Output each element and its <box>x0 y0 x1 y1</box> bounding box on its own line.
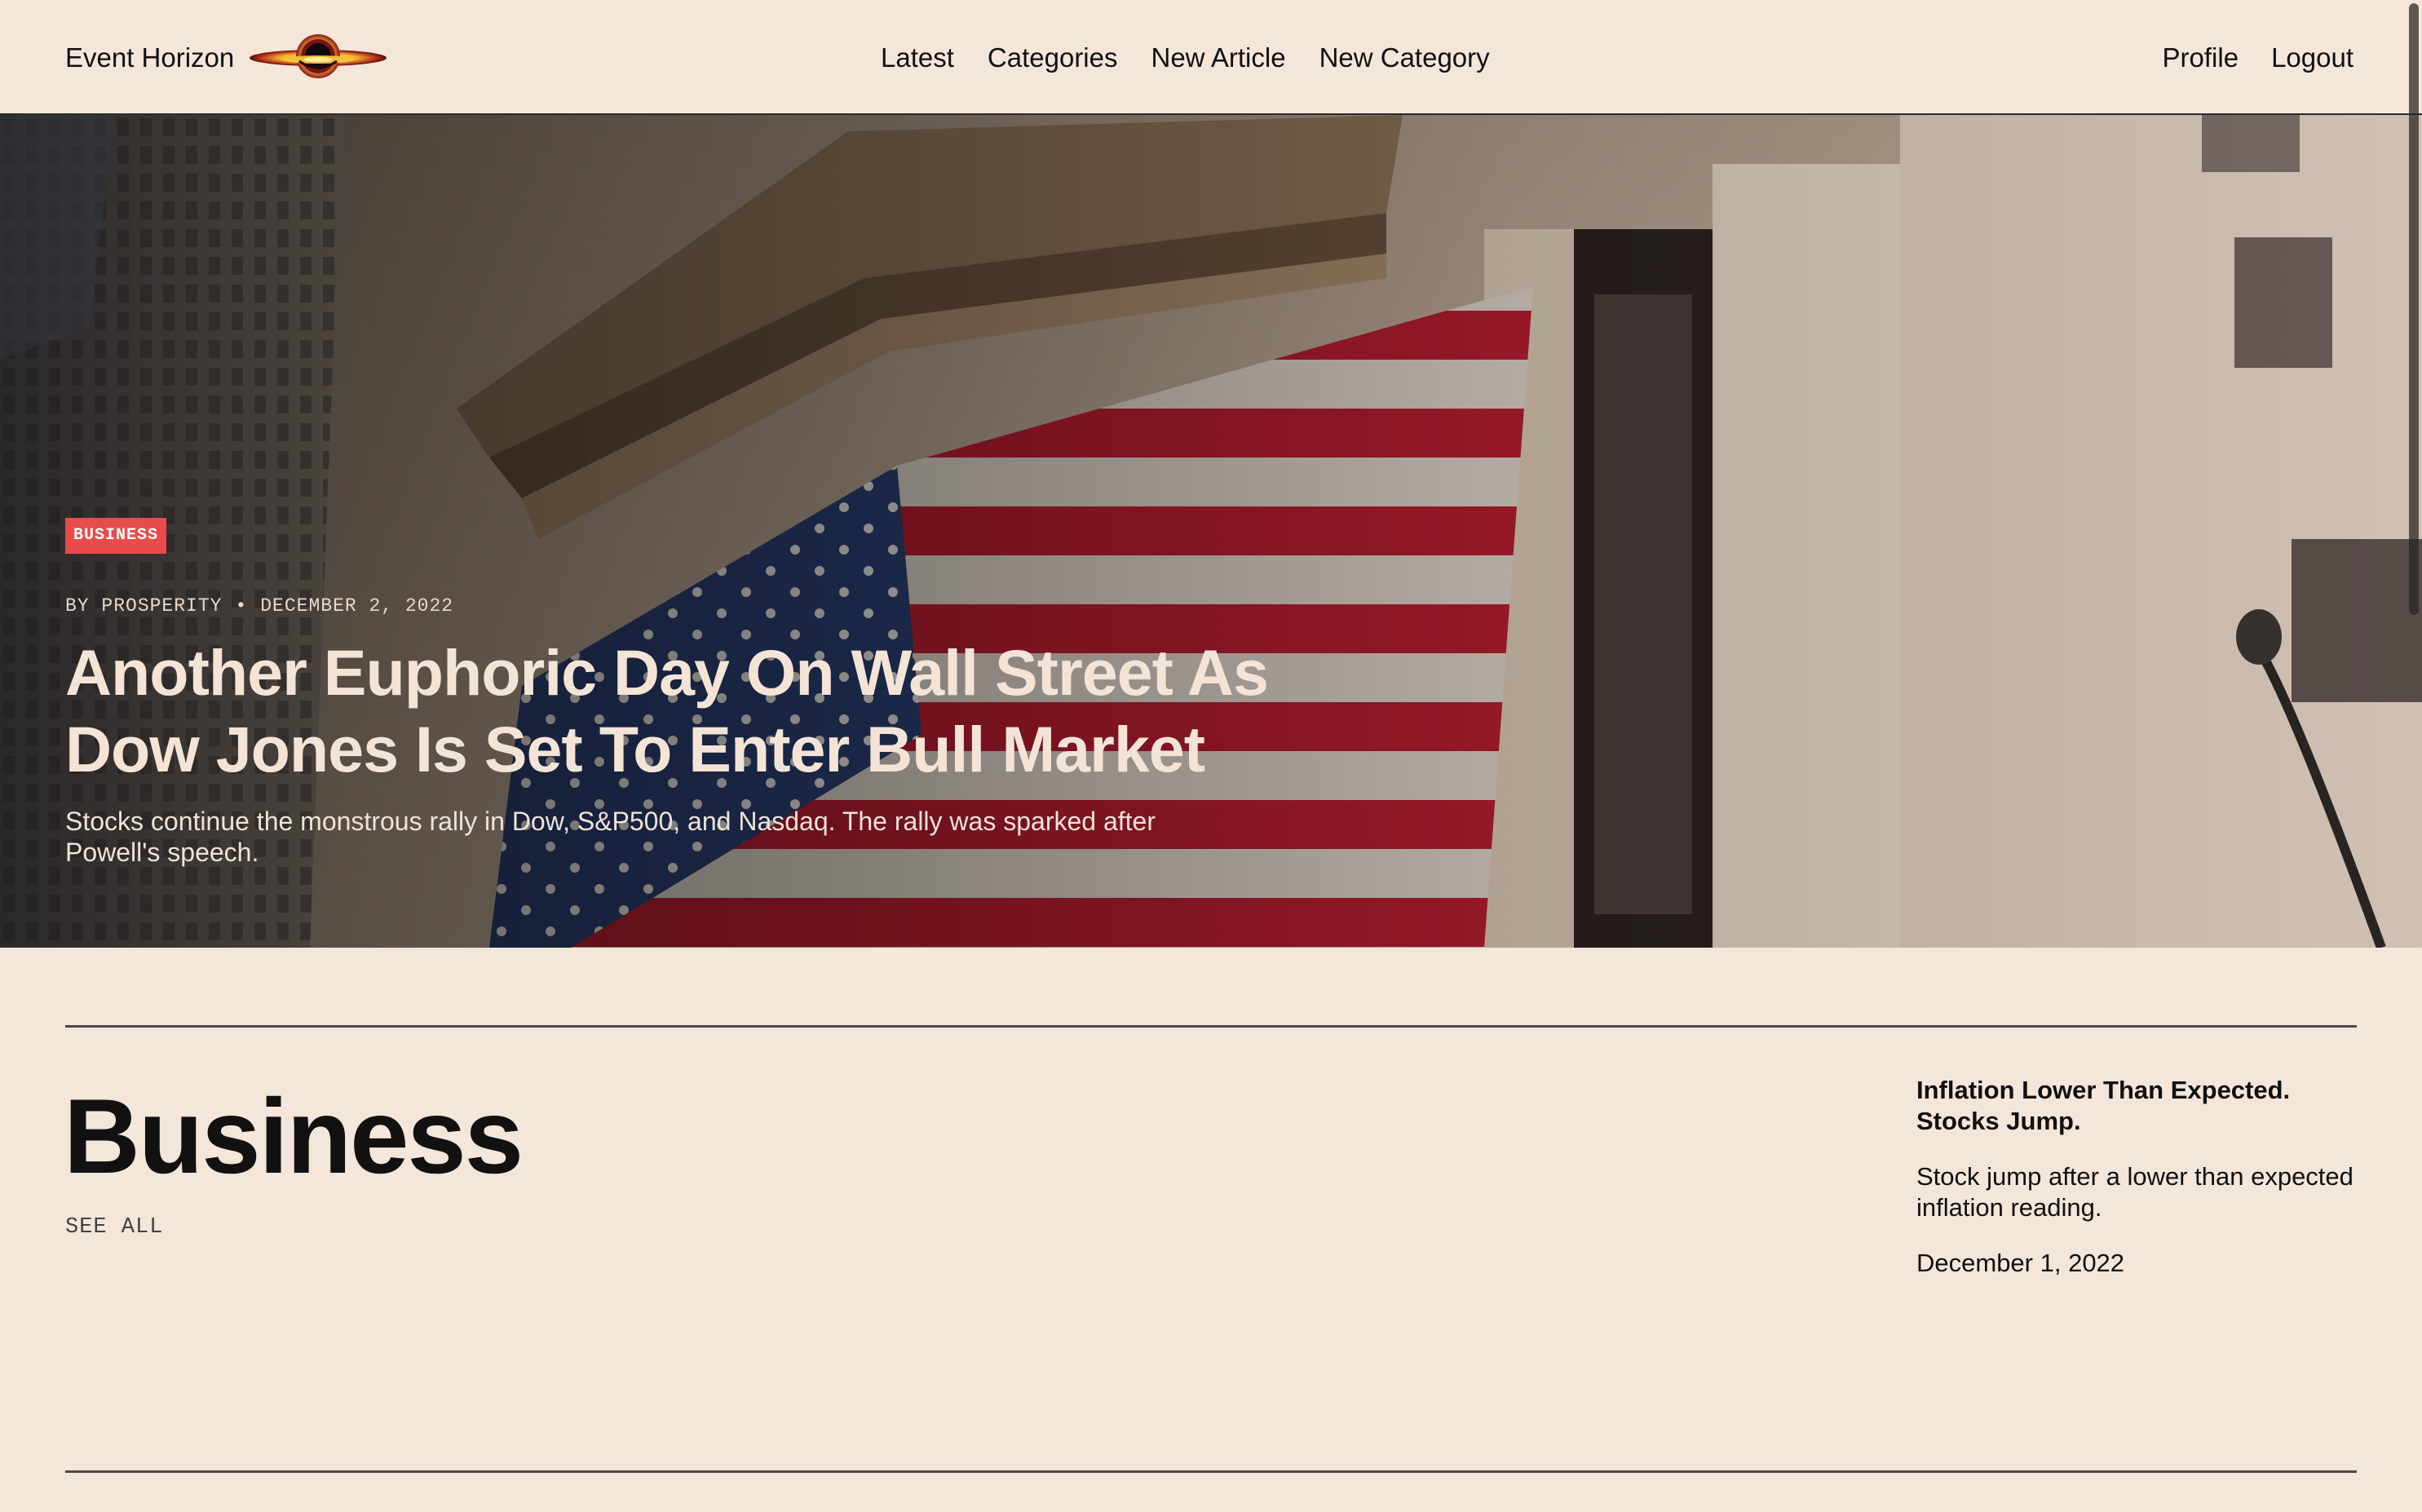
hero-featured-article[interactable]: BUSINESS BY PROSPERITY • DECEMBER 2, 202… <box>0 115 2422 948</box>
account-nav: Profile Logout <box>2163 37 2353 79</box>
nav-new-category[interactable]: New Category <box>1319 37 1490 79</box>
side-article-title[interactable]: Inflation Lower Than Expected. Stocks Ju… <box>1916 1075 2357 1137</box>
brand-home-link[interactable]: Event Horizon <box>65 29 387 86</box>
section-divider-bottom <box>65 1470 2357 1473</box>
hero-author: BY PROSPERITY <box>65 595 223 617</box>
hero-date: DECEMBER 2, 2022 <box>260 595 454 617</box>
black-hole-logo-icon <box>250 34 387 78</box>
nav-new-article[interactable]: New Article <box>1151 37 1286 79</box>
hero-byline: BY PROSPERITY • DECEMBER 2, 2022 <box>65 595 1337 617</box>
page-scrollbar[interactable] <box>2404 0 2422 1512</box>
section-divider-top <box>65 1025 2357 1028</box>
nav-profile[interactable]: Profile <box>2163 37 2239 79</box>
top-navigation: Event Horizon Latest Categories New Arti… <box>0 0 2422 115</box>
side-article-description: Stock jump after a lower than expected i… <box>1916 1162 2353 1222</box>
nav-latest[interactable]: Latest <box>881 37 954 79</box>
nav-logout[interactable]: Logout <box>2271 37 2353 79</box>
see-all-link[interactable]: SEE ALL <box>65 1215 163 1240</box>
nav-categories[interactable]: Categories <box>988 37 1118 79</box>
hero-title[interactable]: Another Euphoric Day On Wall Street As D… <box>65 634 1337 788</box>
byline-separator: • <box>235 595 248 617</box>
section-title: Business <box>64 1077 524 1196</box>
hero-content: BUSINESS BY PROSPERITY • DECEMBER 2, 202… <box>65 518 1337 868</box>
side-article-card[interactable]: Inflation Lower Than Expected. Stocks Ju… <box>1916 1075 2357 1279</box>
side-article-date: December 1, 2022 <box>1916 1249 2125 1277</box>
scrollbar-thumb[interactable] <box>2409 3 2419 615</box>
brand-name: Event Horizon <box>65 42 235 73</box>
main-nav: Latest Categories New Article New Catego… <box>881 37 1490 79</box>
hero-subtitle: Stocks continue the monstrous rally in D… <box>65 807 1156 867</box>
category-badge[interactable]: BUSINESS <box>65 518 167 554</box>
